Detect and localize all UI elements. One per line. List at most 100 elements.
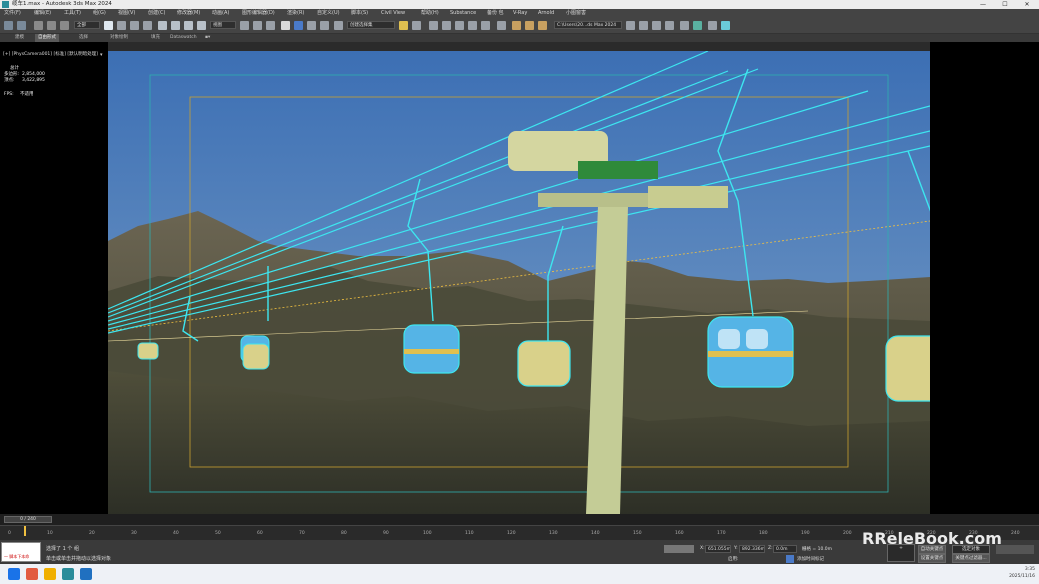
time-slider-handle[interactable]: 0 / 240 [4,516,52,523]
menu-substance[interactable]: Substance [450,9,476,18]
viewport-label[interactable]: [+] [PhysCamera001] [标准] [默认明暗处理] [3,51,113,59]
reference-coord-dropdown[interactable]: 视图 [210,21,236,29]
ribbon-tabs: 建模 自由形式 选择 对象绘制 填充 Dataswatch ▪▾ [0,34,1039,42]
menu-graph-editors[interactable]: 图形编辑器(D) [242,9,275,18]
app-icon-4[interactable] [80,568,92,580]
scale-icon[interactable] [184,21,193,30]
link-icon[interactable] [34,21,43,30]
bind-spacewarp-icon[interactable] [60,21,69,30]
plugin-icon[interactable] [721,21,730,30]
scene-render [108,51,930,514]
menu-edit[interactable]: 编辑(E) [34,9,51,18]
menu-customize[interactable]: 自定义(U) [317,9,340,18]
project-folder-icon[interactable] [652,21,661,30]
menu-tools[interactable]: 工具(T) [64,9,81,18]
place-icon[interactable] [197,21,206,30]
window-crossing-icon[interactable] [143,21,152,30]
tab-freeform[interactable]: 自由形式 [35,34,59,42]
select-by-name-icon[interactable] [117,21,126,30]
angle-snap-icon[interactable] [294,21,303,30]
mirror-icon[interactable] [399,21,408,30]
select-object-icon[interactable] [104,21,113,30]
menu-arnold[interactable]: Arnold [538,9,554,18]
curve-editor-icon[interactable] [468,21,477,30]
save-icon[interactable] [639,21,648,30]
add-time-tag[interactable]: 添加时间标记 [797,556,824,562]
x-coordinate-field[interactable]: 651.055m [705,545,731,553]
schematic-view-icon[interactable] [481,21,490,30]
menu-help[interactable]: 帮助(H) [421,9,439,18]
move-icon[interactable] [158,21,167,30]
z-coordinate-field[interactable]: 0.0m [773,545,797,553]
toggle-ribbon-icon[interactable] [455,21,464,30]
material-editor-icon[interactable] [497,21,506,30]
selection-region-icon[interactable] [130,21,139,30]
menu-vray[interactable]: V-Ray [513,9,527,18]
start-icon[interactable] [8,568,20,580]
file-explorer-icon[interactable] [44,568,56,580]
isolate-selection-icon[interactable] [664,545,694,553]
keyboard-shortcut-icon[interactable] [266,21,275,30]
time-tag-icon[interactable] [786,555,794,563]
tick-label: 180 [759,531,768,536]
tab-selection[interactable]: 选择 [76,34,91,42]
toggle-layer-explorer-icon[interactable] [442,21,451,30]
redo-icon[interactable] [17,21,26,30]
viewport-filter-icon[interactable]: ▾ [100,52,106,58]
stats-verts: 3,422,895 [22,78,45,83]
maximize-button[interactable]: ☐ [994,0,1016,9]
pivot-center-icon[interactable] [240,21,249,30]
menu-scripting[interactable]: 脚本(S) [351,9,368,18]
app-icon-1[interactable] [26,568,38,580]
3dsmax-taskbar-icon[interactable] [62,568,74,580]
menu-backup[interactable]: 备份 包 [487,9,504,18]
edit-named-selection-icon[interactable] [334,21,343,30]
time-slider[interactable]: 0 / 240 [0,514,1039,525]
undo-icon[interactable] [4,21,13,30]
tab-dataswatch[interactable]: Dataswatch [167,34,200,42]
select-manipulate-icon[interactable] [253,21,262,30]
set-key-mode-button[interactable]: 设置关键点 [918,554,946,563]
ribbon-toggle-icon[interactable]: ▪▾ [202,34,213,42]
tab-object-paint[interactable]: 对象绘制 [107,34,131,42]
menu-extra[interactable]: 小图窗害 [566,9,586,18]
menu-modifiers[interactable]: 修改器(M) [177,9,200,18]
x-label: X: [700,546,705,551]
menu-create[interactable]: 创建(C) [148,9,165,18]
toggle-scene-explorer-icon[interactable] [429,21,438,30]
menu-file[interactable]: 文件(F) [4,9,21,18]
menu-civil-view[interactable]: Civil View [381,9,405,18]
rotate-icon[interactable] [171,21,180,30]
menu-group[interactable]: 组(G) [93,9,106,18]
system-clock[interactable]: 3:35 2025/11/16 [1009,566,1035,580]
open-icon[interactable] [626,21,635,30]
asset-tracking-icon[interactable] [665,21,674,30]
percent-snap-icon[interactable] [307,21,316,30]
key-filters-button[interactable]: 关键点过滤器... [952,554,990,563]
menu-rendering[interactable]: 渲染(R) [287,9,304,18]
menu-animation[interactable]: 动画(A) [212,9,229,18]
main-toolbar: 全部 视图 创建选择集 C:\Users\20...ds Max 2024 [0,18,1039,34]
render-setup-icon[interactable] [512,21,521,30]
tab-populate[interactable]: 填充 [148,34,163,42]
viewport-left-safe-area [0,42,108,514]
close-button[interactable]: ✕ [1016,0,1038,9]
spinner-snap-icon[interactable] [320,21,329,30]
snaps-toggle-icon[interactable] [281,21,290,30]
render-production-icon[interactable] [538,21,547,30]
y-coordinate-field[interactable]: 892.336m [739,545,765,553]
camera-viewport[interactable] [108,51,930,514]
grid-icon[interactable] [708,21,717,30]
align-icon[interactable] [412,21,421,30]
menu-views[interactable]: 视图(V) [118,9,135,18]
rendered-frame-window-icon[interactable] [525,21,534,30]
viewport-layout-icon[interactable] [680,21,689,30]
maxscript-listener[interactable]: 一 脚本下本命 [1,542,41,562]
named-selection-dropdown[interactable]: 创建选择集 [347,21,395,29]
sync-icon[interactable] [693,21,702,30]
selection-filter-dropdown[interactable]: 全部 [74,21,100,29]
minimize-button[interactable]: — [972,0,994,9]
workspace-path-dropdown[interactable]: C:\Users\20...ds Max 2024 [554,21,622,29]
tab-modeling[interactable]: 建模 [12,34,27,42]
unlink-icon[interactable] [47,21,56,30]
